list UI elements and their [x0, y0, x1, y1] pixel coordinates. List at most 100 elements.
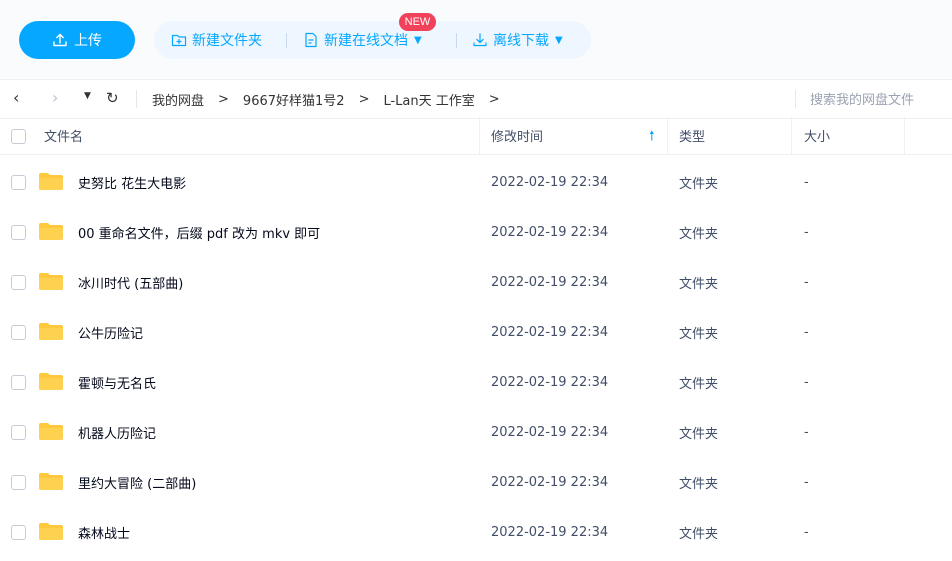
table-row[interactable]: 00 重命名文件，后缀 pdf 改为 mkv 即可 2022-02-19 22:3… [0, 207, 952, 257]
file-type: 文件夹 [679, 226, 719, 242]
file-type: 文件夹 [679, 176, 719, 192]
file-name[interactable]: 里约大冒险 (二部曲) [78, 457, 196, 507]
chevron-down-icon: ▼ [555, 34, 563, 46]
row-checkbox[interactable] [11, 475, 26, 490]
row-checkbox[interactable] [11, 225, 26, 240]
table-row[interactable]: 机器人历险记 2022-02-19 22:34 文件夹 - [0, 407, 952, 457]
new-folder-icon [171, 34, 187, 47]
download-icon [473, 33, 487, 47]
folder-icon [39, 373, 63, 390]
back-arrow-icon[interactable]: ‹ [13, 88, 19, 107]
table-row[interactable]: 史努比 花生大电影 2022-02-19 22:34 文件夹 - [0, 157, 952, 207]
offline-download-label: 离线下载 [493, 33, 549, 49]
row-checkbox[interactable] [11, 275, 26, 290]
file-modified-time: 2022-02-19 22:34 [491, 474, 609, 490]
file-size: - [804, 524, 809, 540]
column-divider [904, 117, 905, 154]
breadcrumb-item[interactable]: L-Lan天 工作室 [383, 90, 474, 109]
breadcrumb-separator: > [488, 91, 500, 107]
search-input[interactable] [808, 88, 950, 112]
file-type: 文件夹 [679, 476, 719, 492]
file-size: - [804, 374, 809, 390]
table-row[interactable]: 森林战士 2022-02-19 22:34 文件夹 - [0, 507, 952, 557]
file-type: 文件夹 [679, 526, 719, 542]
column-header-name[interactable]: 文件名 [44, 117, 83, 154]
chevron-down-icon: ▼ [414, 34, 422, 46]
column-header-type[interactable]: 类型 [679, 117, 705, 154]
folder-icon [39, 523, 63, 540]
table-row[interactable]: 冰川时代 (五部曲) 2022-02-19 22:34 文件夹 - [0, 257, 952, 307]
toolbar-actions: 新建文件夹 新建在线文档 ▼ 离线下载 ▼ [154, 21, 591, 59]
new-folder-button[interactable]: 新建文件夹 [171, 21, 262, 59]
refresh-icon[interactable]: ↻ [106, 89, 119, 107]
column-divider [479, 117, 480, 154]
file-size: - [804, 274, 809, 290]
toolbar: 上传 新建文件夹 新建在线文档 ▼ 离线下载 ▼ NEW [0, 0, 952, 78]
file-size: - [804, 424, 809, 440]
file-size: - [804, 224, 809, 240]
new-doc-icon [305, 32, 317, 48]
table-row[interactable]: 霍顿与无名氏 2022-02-19 22:34 文件夹 - [0, 357, 952, 407]
table-row[interactable]: 公牛历险记 2022-02-19 22:34 文件夹 - [0, 307, 952, 357]
offline-download-button[interactable]: 离线下载 ▼ [472, 21, 563, 59]
folder-icon [39, 423, 63, 440]
file-modified-time: 2022-02-19 22:34 [491, 324, 609, 340]
breadcrumb-item[interactable]: 我的网盘 [152, 90, 204, 109]
file-name[interactable]: 公牛历险记 [78, 307, 143, 357]
row-checkbox[interactable] [11, 425, 26, 440]
search-divider [795, 90, 796, 108]
file-name[interactable]: 史努比 花生大电影 [78, 157, 186, 207]
sort-ascending-icon[interactable]: 🠕 [649, 127, 655, 149]
path-bar: ‹ › ▼ ↻ 我的网盘 > 9667好样猫1号2 > L-Lan天 工作室 > [0, 79, 952, 119]
row-checkbox[interactable] [11, 375, 26, 390]
file-type: 文件夹 [679, 276, 719, 292]
file-name[interactable]: 霍顿与无名氏 [78, 357, 156, 407]
upload-button[interactable]: 上传 [19, 21, 135, 59]
folder-icon [39, 223, 63, 240]
breadcrumb-separator: > [358, 91, 370, 107]
file-type: 文件夹 [679, 376, 719, 392]
breadcrumb-separator: > [218, 91, 229, 107]
folder-icon [39, 473, 63, 490]
column-header-size[interactable]: 大小 [804, 117, 830, 154]
new-badge: NEW [399, 13, 436, 31]
file-name[interactable]: 森林战士 [78, 507, 130, 557]
upload-label: 上传 [74, 33, 102, 49]
file-name[interactable]: 机器人历险记 [78, 407, 156, 457]
folder-icon [39, 323, 63, 340]
new-folder-label: 新建文件夹 [192, 33, 262, 49]
file-size: - [804, 324, 809, 340]
file-name[interactable]: 冰川时代 (五部曲) [78, 257, 183, 307]
file-modified-time: 2022-02-19 22:34 [491, 274, 609, 290]
breadcrumb: 我的网盘 > 9667好样猫1号2 > L-Lan天 工作室 > [152, 80, 514, 118]
row-checkbox[interactable] [11, 525, 26, 540]
table-row[interactable]: 里约大冒险 (二部曲) 2022-02-19 22:34 文件夹 - [0, 457, 952, 507]
toolbar-divider [286, 33, 287, 48]
breadcrumb-item[interactable]: 9667好样猫1号2 [243, 90, 345, 109]
file-modified-time: 2022-02-19 22:34 [491, 424, 609, 440]
file-modified-time: 2022-02-19 22:34 [491, 374, 609, 390]
path-divider [136, 90, 137, 108]
folder-icon [39, 273, 63, 290]
row-checkbox[interactable] [11, 175, 26, 190]
column-header-modified[interactable]: 修改时间 [491, 117, 543, 154]
row-checkbox[interactable] [11, 325, 26, 340]
file-type: 文件夹 [679, 426, 719, 442]
file-modified-time: 2022-02-19 22:34 [491, 524, 609, 540]
new-online-doc-label: 新建在线文档 [324, 33, 408, 49]
forward-arrow-icon[interactable]: › [52, 88, 58, 107]
file-size: - [804, 474, 809, 490]
folder-icon [39, 173, 63, 190]
column-divider [791, 117, 792, 154]
history-dropdown-icon[interactable]: ▼ [84, 91, 91, 101]
file-modified-time: 2022-02-19 22:34 [491, 224, 609, 240]
file-name[interactable]: 00 重命名文件，后缀 pdf 改为 mkv 即可 [78, 207, 320, 257]
file-modified-time: 2022-02-19 22:34 [491, 174, 609, 190]
file-type: 文件夹 [679, 326, 719, 342]
column-divider [667, 117, 668, 154]
file-size: - [804, 174, 809, 190]
select-all-checkbox[interactable] [11, 129, 26, 144]
table-header: 文件名 修改时间 🠕 类型 大小 [0, 117, 952, 155]
toolbar-divider [456, 33, 457, 48]
upload-icon [53, 33, 67, 47]
